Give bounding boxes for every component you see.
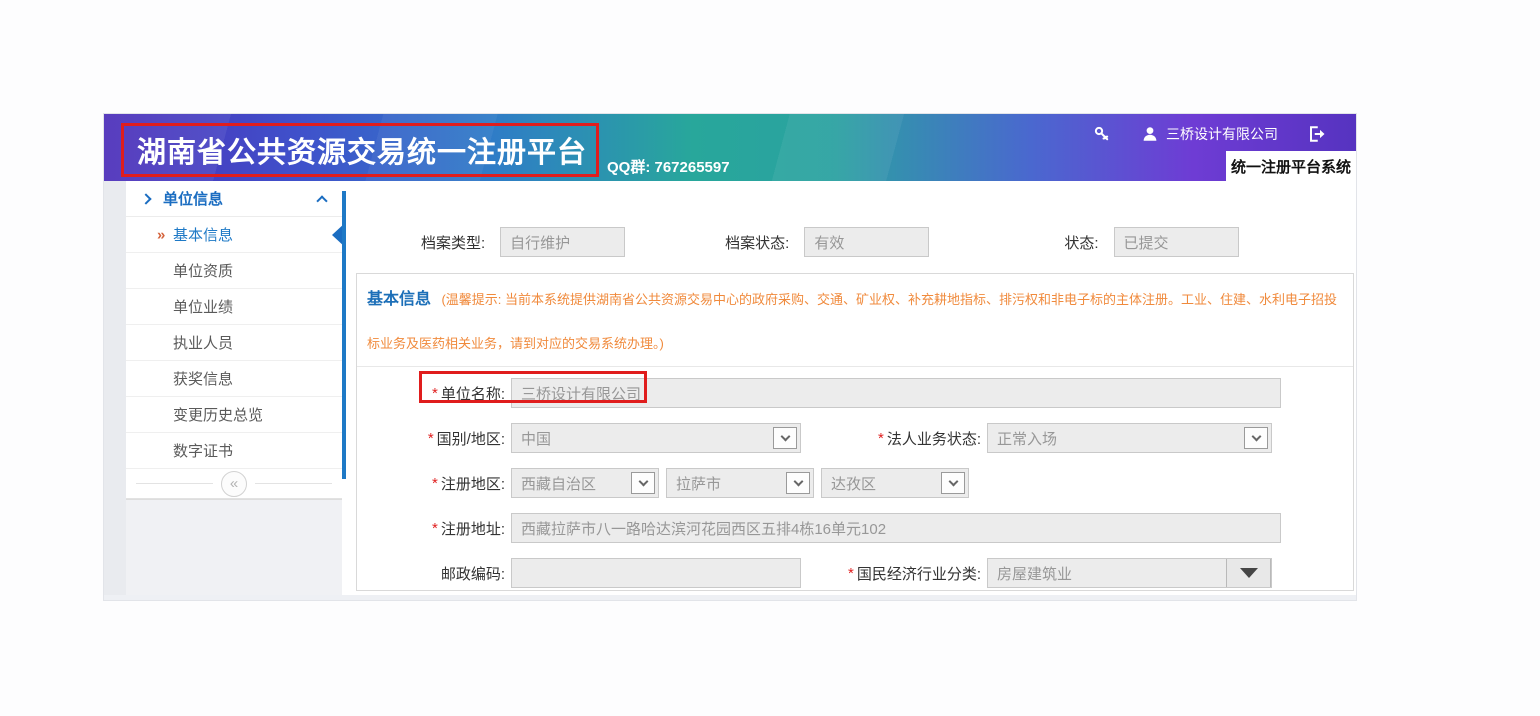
province-select[interactable]: 西藏自治区 (511, 468, 659, 498)
status-input: 已提交 (1114, 227, 1239, 257)
sidebar-item-basic-info[interactable]: » 基本信息 (126, 217, 342, 253)
field-label: * 邮政编码: (357, 563, 505, 584)
sidebar-item-label: 变更历史总览 (173, 404, 263, 425)
field-archive-type: 档案类型: 自行维护 (421, 227, 625, 257)
sidebar-item-label: 单位资质 (173, 260, 233, 281)
app-window: 湖南省公共资源交易统一注册平台 QQ群: 767265597 三桥设计有限公司 (103, 113, 1357, 601)
user-info[interactable]: 三桥设计有限公司 (1141, 124, 1278, 144)
field-label: 档案状态: (725, 232, 789, 253)
title-annotation-redbox: 湖南省公共资源交易统一注册平台 (121, 123, 599, 177)
address-input[interactable]: 西藏拉萨市八一路哈达滨河花园西区五排4栋16单元102 (511, 513, 1281, 543)
panel-notice: (温馨提示: 当前本系统提供湖南省公共资源交易中心的政府采购、交通、矿业权、补充… (367, 292, 1337, 351)
form-row-address: * 注册地址: 西藏拉萨市八一路哈达滨河花园西区五排4栋16单元102 (357, 513, 1353, 543)
logout-icon[interactable] (1308, 125, 1326, 143)
sidebar-item-awards[interactable]: 获奖信息 (126, 361, 342, 397)
sidebar-item-digital-certificate[interactable]: 数字证书 (126, 433, 342, 469)
basic-info-form: * 单位名称: 三桥设计有限公司 * 国别/地区: 中国 (357, 367, 1353, 588)
required-asterisk: * (432, 475, 438, 492)
divider (136, 483, 213, 484)
field-label: 状态: (1064, 232, 1098, 253)
sidebar-item-label: 单位业绩 (173, 296, 233, 317)
sidebar-item-label: 获奖信息 (173, 368, 233, 389)
user-icon (1141, 125, 1159, 143)
city-select[interactable]: 拉萨市 (666, 468, 814, 498)
sidebar-item-change-history[interactable]: 变更历史总览 (126, 397, 342, 433)
collapse-sidebar-button[interactable]: « (221, 471, 247, 497)
postal-code-input[interactable] (511, 558, 801, 588)
sidebar-group-unit-info[interactable]: 单位信息 (126, 181, 342, 217)
select-arrow-icon[interactable] (631, 472, 655, 494)
field-label: * 国民经济行业分类: (801, 563, 981, 584)
unit-name-input[interactable]: 三桥设计有限公司 (511, 378, 1281, 408)
app-body: 单位信息 » 基本信息 单位资质 单位业绩 执业人 (104, 181, 1356, 595)
form-row-postal-industry: * 邮政编码: * 国民经济行业分类: 房屋建筑业 (357, 558, 1353, 588)
field-label: * 注册地区: (357, 473, 505, 494)
sidebar-item-label: 数字证书 (173, 440, 233, 461)
sidebar-item-practitioners[interactable]: 执业人员 (126, 325, 342, 361)
field-label: * 单位名称: (357, 383, 505, 404)
field-archive-status: 档案状态: 有效 (725, 227, 929, 257)
field-label: * 法人业务状态: (801, 428, 981, 449)
panel-title: 基本信息 (367, 291, 431, 308)
triangle-down-icon (1240, 568, 1258, 578)
field-label: 档案类型: (421, 232, 485, 253)
page: 湖南省公共资源交易统一注册平台 QQ群: 767265597 三桥设计有限公司 (0, 0, 1540, 716)
status-bar: 档案类型: 自行维护 档案状态: 有效 状态: 已提交 (346, 181, 1356, 257)
industry-select[interactable]: 房屋建筑业 (987, 558, 1272, 588)
field-label: * 国别/地区: (357, 428, 505, 449)
legal-status-select[interactable]: 正常入场 (987, 423, 1272, 453)
archive-type-input: 自行维护 (500, 227, 625, 257)
sidebar-collapse-bar: « (126, 469, 342, 499)
page-title: 湖南省公共资源交易统一注册平台 (124, 129, 587, 171)
divider (255, 483, 332, 484)
active-marker-icon: » (157, 226, 165, 243)
panel-header: 基本信息 (温馨提示: 当前本系统提供湖南省公共资源交易中心的政府采购、交通、矿… (357, 274, 1353, 367)
sidebar-item-label: 基本信息 (173, 224, 233, 245)
sidebar-menu: 单位信息 » 基本信息 单位资质 单位业绩 执业人 (126, 181, 342, 499)
country-select[interactable]: 中国 (511, 423, 801, 453)
key-icon[interactable] (1093, 125, 1111, 143)
district-select[interactable]: 达孜区 (821, 468, 969, 498)
field-status: 状态: 已提交 (1064, 227, 1238, 257)
sidebar-item-unit-performance[interactable]: 单位业绩 (126, 289, 342, 325)
required-asterisk: * (432, 520, 438, 537)
form-row-region: * 注册地区: 西藏自治区 拉萨市 (357, 468, 1353, 498)
sidebar-item-unit-qualification[interactable]: 单位资质 (126, 253, 342, 289)
select-arrow-icon[interactable] (786, 472, 810, 494)
required-asterisk: * (432, 385, 438, 402)
required-asterisk: * (848, 565, 854, 582)
header-actions: 三桥设计有限公司 (1093, 121, 1326, 147)
select-arrow-icon[interactable] (773, 427, 797, 449)
sidebar-group-label: 单位信息 (163, 188, 223, 209)
select-arrow-icon[interactable] (941, 472, 965, 494)
tab-unified-registration-system[interactable]: 统一注册平台系统 (1226, 151, 1356, 181)
required-asterisk: * (878, 430, 884, 447)
company-name: 三桥设计有限公司 (1166, 124, 1278, 144)
main-content: 档案类型: 自行维护 档案状态: 有效 状态: 已提交 基本信息 (346, 181, 1356, 595)
form-row-unit-name: * 单位名称: 三桥设计有限公司 (357, 378, 1353, 408)
archive-status-input: 有效 (804, 227, 929, 257)
sidebar-empty-area (126, 499, 342, 595)
basic-info-panel: 基本信息 (温馨提示: 当前本系统提供湖南省公共资源交易中心的政府采购、交通、矿… (356, 273, 1354, 591)
qq-group-text: QQ群: 767265597 (607, 156, 730, 177)
app-header: 湖南省公共资源交易统一注册平台 QQ群: 767265597 三桥设计有限公司 (104, 114, 1356, 181)
dropdown-arrow-button[interactable] (1226, 558, 1271, 588)
chevron-up-icon (316, 195, 327, 206)
required-asterisk: * (428, 430, 434, 447)
form-row-country-legalstatus: * 国别/地区: 中国 * 法人业务状态: (357, 423, 1353, 453)
sidebar-item-label: 执业人员 (173, 332, 233, 353)
left-gutter (104, 181, 126, 595)
sidebar: 单位信息 » 基本信息 单位资质 单位业绩 执业人 (126, 181, 342, 595)
arrow-right-icon (140, 193, 151, 204)
select-arrow-icon[interactable] (1244, 427, 1268, 449)
field-label: * 注册地址: (357, 518, 505, 539)
